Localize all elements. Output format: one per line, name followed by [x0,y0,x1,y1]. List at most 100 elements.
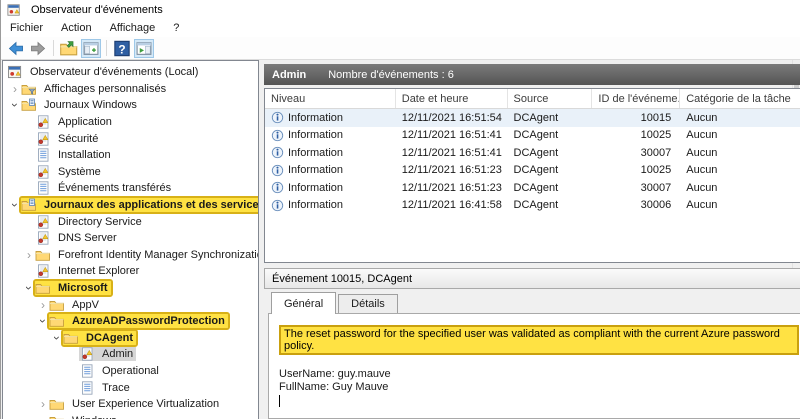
menu-file[interactable]: Fichier [1,20,52,36]
tree-item-forefront[interactable]: › Forefront Identity Manager Synchroniza… [3,247,258,264]
tree-item-operational[interactable]: Operational [3,363,258,380]
menu-action[interactable]: Action [52,20,101,36]
info-icon [271,164,284,177]
tree-item-microsoft[interactable]: › Microsoft [3,280,258,297]
table-row[interactable]: Information 12/11/2021 16:51:54 DCAgent … [265,109,800,127]
column-header-source[interactable]: Source [508,89,593,108]
tree-item-admin[interactable]: Admin [3,346,258,363]
column-header-task-category[interactable]: Catégorie de la tâche [680,89,800,108]
tree-item-system[interactable]: Système [3,164,258,181]
preview-pane: Événement 10015, DCAgent Général Détails… [264,268,800,419]
column-header-event-id[interactable]: ID de l'événeme... [592,89,680,108]
cell-event-id: 10015 [592,109,680,127]
tree-item-security[interactable]: Sécurité [3,130,258,147]
general-tab-content: The reset password for the specified use… [268,313,800,419]
tree-item-forwarded-events[interactable]: Événements transférés [3,180,258,197]
tree-item-root[interactable]: Observateur d'événements (Local) [3,64,258,81]
event-description-highlighted: The reset password for the specified use… [279,325,799,355]
tab-general[interactable]: Général [271,292,336,314]
tree-item-apps-services-logs[interactable]: › Journaux des applications et des servi… [3,197,258,214]
table-row[interactable]: Information 12/11/2021 16:51:23 DCAgent … [265,162,800,180]
tree-item-windows-logs[interactable]: › Journaux Windows [3,97,258,114]
chevron-down-icon[interactable]: › [38,315,48,327]
cell-level: Information [288,199,343,211]
app-icon [7,3,21,17]
menu-help[interactable]: ? [164,20,188,36]
tree-item-dns-server[interactable]: DNS Server [3,230,258,247]
export-icon[interactable] [59,39,79,58]
cell-datetime: 12/11/2021 16:51:54 [396,109,508,127]
toolbar-separator [106,40,107,56]
folder-log-icon [21,98,37,112]
cell-level: Information [288,112,343,124]
info-icon [271,111,284,124]
table-row[interactable]: Information 12/11/2021 16:51:41 DCAgent … [265,127,800,145]
tree-item-windows[interactable]: › Windows [3,412,258,419]
tree-item-label: DNS Server [55,232,120,244]
tree-item-directory-service[interactable]: Directory Service [3,213,258,230]
cell-level: Information [288,182,343,194]
chevron-right-icon[interactable]: › [37,300,49,310]
tab-details[interactable]: Détails [338,294,398,314]
forward-icon[interactable] [28,39,48,58]
plain-log-icon [35,148,51,162]
chevron-down-icon[interactable]: › [52,332,62,344]
table-header-row: Niveau Date et heure Source ID de l'évén… [265,89,800,109]
cell-category: Aucun [680,179,800,197]
column-header-level[interactable]: Niveau [265,89,396,108]
cell-level: Information [288,129,343,141]
plain-log-icon [79,364,95,378]
tree-item-application[interactable]: Application [3,114,258,131]
folder-icon [49,414,65,419]
chevron-down-icon[interactable]: › [10,199,20,211]
cell-source: DCAgent [508,127,593,145]
tree-item-label: Microsoft [55,282,111,294]
annotation-highlight: Journaux des applications et des service… [21,198,259,212]
annotation-highlight: DCAgent [63,331,136,345]
tree-item-appv[interactable]: › AppV [3,296,258,313]
menu-view[interactable]: Affichage [101,20,165,36]
tree-item-label: Installation [55,149,114,161]
table-row[interactable]: Information 12/11/2021 16:41:58 DCAgent … [265,197,800,215]
folder-icon [35,281,51,295]
tree-item-label: Forefront Identity Manager Synchronizati… [55,249,259,261]
action-pane-icon[interactable] [134,39,154,58]
cell-level: Information [288,164,343,176]
cell-event-id: 10025 [592,127,680,145]
chevron-down-icon[interactable]: › [24,282,34,294]
chevron-right-icon[interactable]: › [37,399,49,409]
chevron-right-icon[interactable]: › [9,84,21,94]
tree-item-setup[interactable]: Installation [3,147,258,164]
tree-item-label: Système [55,166,104,178]
cell-source: DCAgent [508,144,593,162]
column-header-date[interactable]: Date et heure [396,89,508,108]
tree-item-custom-views[interactable]: › Affichages personnalisés [3,81,258,98]
plain-log-icon [79,381,95,395]
event-viewer-window: Observateur d'événements Fichier Action … [0,0,800,419]
folder-icon [35,248,51,262]
chevron-down-icon[interactable]: › [10,99,20,111]
annotation-highlight: AzureADPasswordProtection [49,314,228,328]
event-log-icon [35,215,51,229]
tree-item-trace[interactable]: Trace [3,379,258,396]
plain-log-icon [35,181,51,195]
tree-item-label: AppV [69,299,102,311]
info-icon [271,146,284,159]
results-pane: Admin Nombre d'événements : 6 Niveau Dat… [264,60,800,419]
tree-selection: Admin [79,347,136,361]
tree-item-user-experience-virtualization[interactable]: › User Experience Virtualization [3,396,258,413]
table-row[interactable]: Information 12/11/2021 16:51:23 DCAgent … [265,179,800,197]
tree-item-label: User Experience Virtualization [69,398,222,410]
cell-category: Aucun [680,197,800,215]
chevron-right-icon[interactable]: › [23,250,35,260]
cell-level: Information [288,147,343,159]
back-icon[interactable] [6,39,26,58]
tree-item-azuread-password-protection[interactable]: › AzureADPasswordProtection [3,313,258,330]
tree-item-dcagent[interactable]: › DCAgent [3,330,258,347]
table-row[interactable]: Information 12/11/2021 16:51:41 DCAgent … [265,144,800,162]
tree-item-label: Trace [99,382,133,394]
folder-icon [49,314,65,328]
help-icon[interactable]: ? [112,39,132,58]
tree-item-internet-explorer[interactable]: Internet Explorer [3,263,258,280]
console-tree-icon[interactable] [81,39,101,58]
